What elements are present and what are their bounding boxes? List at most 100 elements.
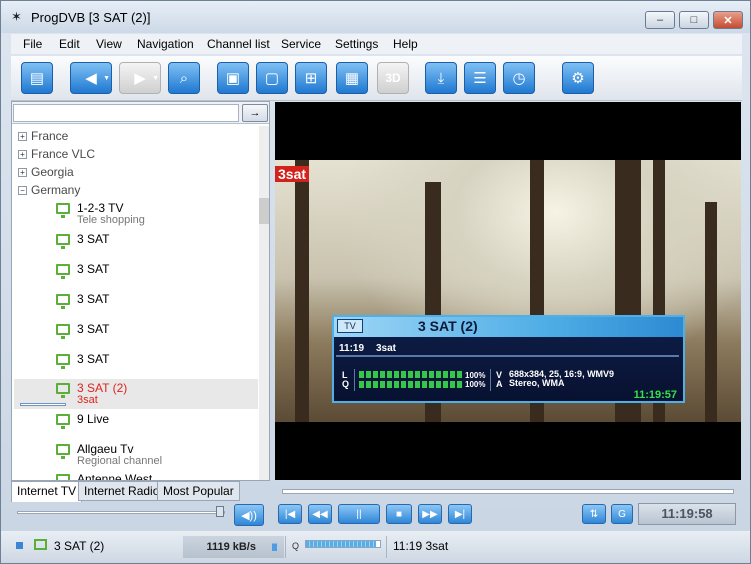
group-france[interactable]: + France	[18, 129, 68, 143]
tv-icon	[56, 474, 70, 480]
channel-item[interactable]: 1-2-3 TV Tele shopping	[14, 199, 258, 229]
channel-tree: + France + France VLC + Georgia − Germany 1-…	[12, 126, 258, 480]
mute-button[interactable]: ◀))	[234, 504, 264, 526]
expand-icon[interactable]: +	[18, 168, 27, 178]
channel-item[interactable]: 3 SAT	[14, 260, 258, 290]
menu-channel-list[interactable]: Channel list	[207, 37, 270, 51]
menu-file[interactable]: File	[23, 37, 42, 51]
video-tree	[705, 202, 717, 422]
record-button[interactable]: ⤓	[425, 62, 457, 94]
channel-item[interactable]: 3 SAT	[14, 350, 258, 380]
group-france-vlc[interactable]: + France VLC	[18, 147, 95, 161]
speaker-icon: ◀))	[241, 509, 257, 522]
scrollbar-thumb[interactable]	[259, 198, 269, 224]
rewind-button[interactable]: ◀◀	[308, 504, 332, 524]
fast-forward-button[interactable]: ▶▶	[418, 504, 442, 524]
arrow-right-icon: →	[249, 107, 261, 119]
3d-icon: 3D	[385, 71, 401, 85]
clock-icon: ◷	[512, 70, 526, 87]
channel-item[interactable]: 9 Live	[14, 410, 258, 440]
osd-va-labels: VA	[496, 370, 503, 389]
channel-item[interactable]: 3 SAT	[14, 230, 258, 260]
status-channel: 3 SAT (2)	[54, 539, 105, 553]
tv-icon	[56, 203, 70, 218]
stop-button[interactable]: ■	[386, 504, 412, 524]
epg-list-button[interactable]: ☰	[464, 62, 496, 94]
search-row: →	[12, 102, 269, 124]
status-q-label: Q	[292, 541, 300, 551]
osd-stream-info: 688x384, 25, 16:9, WMV9 Stereo, WMA	[509, 369, 615, 388]
menu-settings[interactable]: Settings	[335, 37, 378, 51]
minimize-button[interactable]: –	[645, 11, 675, 29]
channel-logo: 3sat	[275, 166, 310, 182]
osd-separator	[354, 369, 355, 391]
3d-button[interactable]: 3D	[377, 62, 409, 94]
search-icon: ⌕	[179, 69, 189, 87]
expand-icon[interactable]: +	[18, 150, 27, 160]
menu-edit[interactable]: Edit	[59, 37, 80, 51]
refresh-button[interactable]: G	[611, 504, 633, 524]
channel-item[interactable]: 3 SAT	[14, 320, 258, 350]
equalizer-button[interactable]: ⇅	[582, 504, 606, 524]
volume-slider-thumb[interactable]	[216, 506, 224, 517]
menu-service[interactable]: Service	[281, 37, 321, 51]
osd-separator	[490, 369, 491, 391]
menu-bar: File Edit View Navigation Channel list S…	[11, 34, 742, 54]
group-germany[interactable]: − Germany	[18, 183, 80, 197]
osd-info-panel: TV 3 SAT (2) 11:19 3sat LQ 100% 100% VA 6…	[332, 315, 685, 403]
satellite-icon: ✶	[11, 9, 22, 24]
tv-icon	[56, 444, 70, 459]
signal-quality-bar	[305, 540, 381, 548]
maximize-button[interactable]: □	[679, 11, 709, 29]
tab-most-popular[interactable]: Most Popular	[157, 481, 240, 501]
fast-forward-icon: ▶▶	[422, 508, 438, 520]
menu-help[interactable]: Help	[393, 37, 418, 51]
next-button[interactable]: ▶|	[448, 504, 472, 524]
group-georgia[interactable]: + Georgia	[18, 165, 74, 179]
list-icon: ☰	[473, 70, 487, 87]
window-title: ProgDVB [3 SAT (2)]	[31, 10, 151, 25]
skip-forward-icon: ▶|	[454, 508, 466, 520]
forward-button[interactable]: ▶ ▼	[119, 62, 161, 94]
search-button[interactable]: ⌕	[168, 62, 200, 94]
stop-icon: ■	[395, 508, 403, 520]
channel-item[interactable]: 3 SAT	[14, 290, 258, 320]
search-input[interactable]	[13, 104, 239, 122]
grid-16-button[interactable]: ▦	[336, 62, 368, 94]
menu-view[interactable]: View	[96, 37, 122, 51]
tv-icon	[56, 264, 70, 279]
video-panel[interactable]: 3sat TV 3 SAT (2) 11:19 3sat LQ 100% 100%…	[275, 102, 741, 480]
window-mode-2-button[interactable]: ▢	[256, 62, 288, 94]
collapse-icon[interactable]: −	[18, 186, 27, 196]
status-divider	[386, 536, 387, 558]
expand-icon[interactable]: +	[18, 132, 27, 142]
channel-item-selected[interactable]: 3 SAT (2) 3sat	[14, 379, 258, 409]
osd-percentages: 100% 100%	[465, 371, 486, 389]
osd-signal-bars	[359, 371, 463, 389]
settings-button[interactable]: ⚙	[562, 62, 594, 94]
previous-button[interactable]: |◀	[278, 504, 302, 524]
volume-slider[interactable]	[17, 511, 225, 514]
bitrate-meter	[272, 534, 277, 551]
tv-icon	[56, 354, 70, 369]
channel-item[interactable]: Allgaeu Tv Regional channel	[14, 440, 258, 470]
tab-internet-tv[interactable]: Internet TV	[11, 481, 83, 502]
open-folder-button[interactable]: ▤	[21, 62, 53, 94]
grid-4-button[interactable]: ⊞	[295, 62, 327, 94]
volume-row: ◀))	[11, 501, 270, 529]
signal-bar	[20, 403, 66, 406]
menu-navigation[interactable]: Navigation	[137, 37, 194, 51]
grid-16-icon: ▦	[344, 70, 360, 87]
close-button[interactable]: ✕	[713, 11, 743, 29]
seek-bar[interactable]	[282, 489, 734, 494]
pause-button[interactable]: ||	[338, 504, 380, 524]
refresh-icon: G	[618, 508, 626, 520]
scheduler-button[interactable]: ◷	[503, 62, 535, 94]
channel-list-scrollbar[interactable]	[259, 126, 269, 480]
window-mode-button[interactable]: ▣	[217, 62, 249, 94]
tv-icon	[56, 234, 70, 249]
tab-internet-radio[interactable]: Internet Radio	[78, 481, 166, 501]
channel-item[interactable]: Antenne West	[14, 470, 258, 480]
back-button[interactable]: ◀ ▼	[70, 62, 112, 94]
search-go-button[interactable]: →	[242, 104, 268, 122]
